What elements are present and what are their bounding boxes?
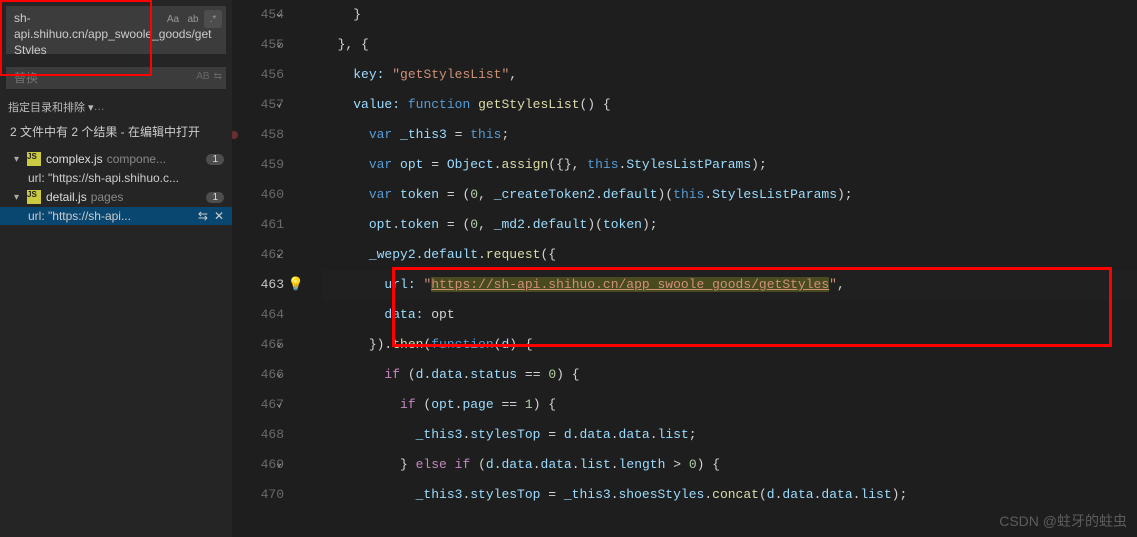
whole-word-icon[interactable]: ab xyxy=(184,10,202,28)
file-name: detail.js xyxy=(46,190,87,204)
js-file-icon: JS xyxy=(27,190,41,204)
breakpoint-icon[interactable] xyxy=(232,131,238,139)
file-result[interactable]: ▾ JS complex.js compone... 1 xyxy=(0,149,232,169)
fold-icon[interactable]: ⌄ xyxy=(276,450,282,480)
chevron-down-icon: ▾ xyxy=(14,192,26,203)
dismiss-icon[interactable]: ✕ xyxy=(214,209,224,223)
replace-input[interactable] xyxy=(6,67,226,89)
lightbulb-icon[interactable]: 💡 xyxy=(288,270,304,300)
file-path: compone... xyxy=(107,152,203,166)
fold-icon[interactable]: ⌄ xyxy=(276,90,282,120)
file-path: pages xyxy=(91,190,203,204)
results-tree: ▾ JS complex.js compone... 1 url: "https… xyxy=(0,145,232,537)
replace-icon[interactable]: ⇆ xyxy=(198,209,208,223)
match-result[interactable]: url: "https://sh-api.shihuo.c... xyxy=(0,169,232,187)
more-icon[interactable]: … xyxy=(94,101,105,113)
gutter: 454⌄ 455⌄ 456 457⌄ 458 459 460 461 462⌄ … xyxy=(232,0,302,537)
fold-icon[interactable]: ⌄ xyxy=(276,0,282,30)
search-box: sh-api.shihuo.cn/app_swoole_goods/getSty… xyxy=(0,0,232,63)
filter-row[interactable]: 指定目录和排除 ▾ … xyxy=(0,95,232,119)
chevron-down-icon: ▾ xyxy=(14,154,26,165)
match-text: url: "https://sh-api... xyxy=(28,209,198,223)
match-case-icon[interactable]: Aa xyxy=(164,10,182,28)
fold-icon[interactable]: ⌄ xyxy=(276,390,282,420)
fold-icon[interactable]: ⌄ xyxy=(276,240,282,270)
js-file-icon: JS xyxy=(27,152,41,166)
regex-icon[interactable]: .* xyxy=(204,10,222,28)
file-result[interactable]: ▾ JS detail.js pages 1 xyxy=(0,187,232,207)
watermark: CSDN @蛀牙的蛀虫 xyxy=(999,511,1127,531)
preserve-case-icon[interactable]: AB xyxy=(196,71,209,82)
fold-icon[interactable]: ⌄ xyxy=(276,360,282,390)
match-count-badge: 1 xyxy=(206,192,224,203)
replace-all-icon[interactable]: ⇆ xyxy=(214,71,222,82)
match-text: url: "https://sh-api.shihuo.c... xyxy=(28,171,224,185)
match-count-badge: 1 xyxy=(206,154,224,165)
search-sidebar: sh-api.shihuo.cn/app_swoole_goods/getSty… xyxy=(0,0,232,537)
code-editor[interactable]: 454⌄ 455⌄ 456 457⌄ 458 459 460 461 462⌄ … xyxy=(232,0,1137,537)
replace-box: AB ⇆ xyxy=(0,63,232,95)
code-area[interactable]: } }, { key: "getStylesList", value: func… xyxy=(302,0,1137,537)
match-result[interactable]: url: "https://sh-api... ⇆ ✕ xyxy=(0,207,232,225)
fold-icon[interactable]: ⌄ xyxy=(276,30,282,60)
filter-label: 指定目录和排除 ▾ xyxy=(8,99,94,115)
fold-icon[interactable]: ⌄ xyxy=(276,330,282,360)
file-name: complex.js xyxy=(46,152,103,166)
results-summary: 2 文件中有 2 个结果 - 在编辑中打开 xyxy=(0,119,232,145)
